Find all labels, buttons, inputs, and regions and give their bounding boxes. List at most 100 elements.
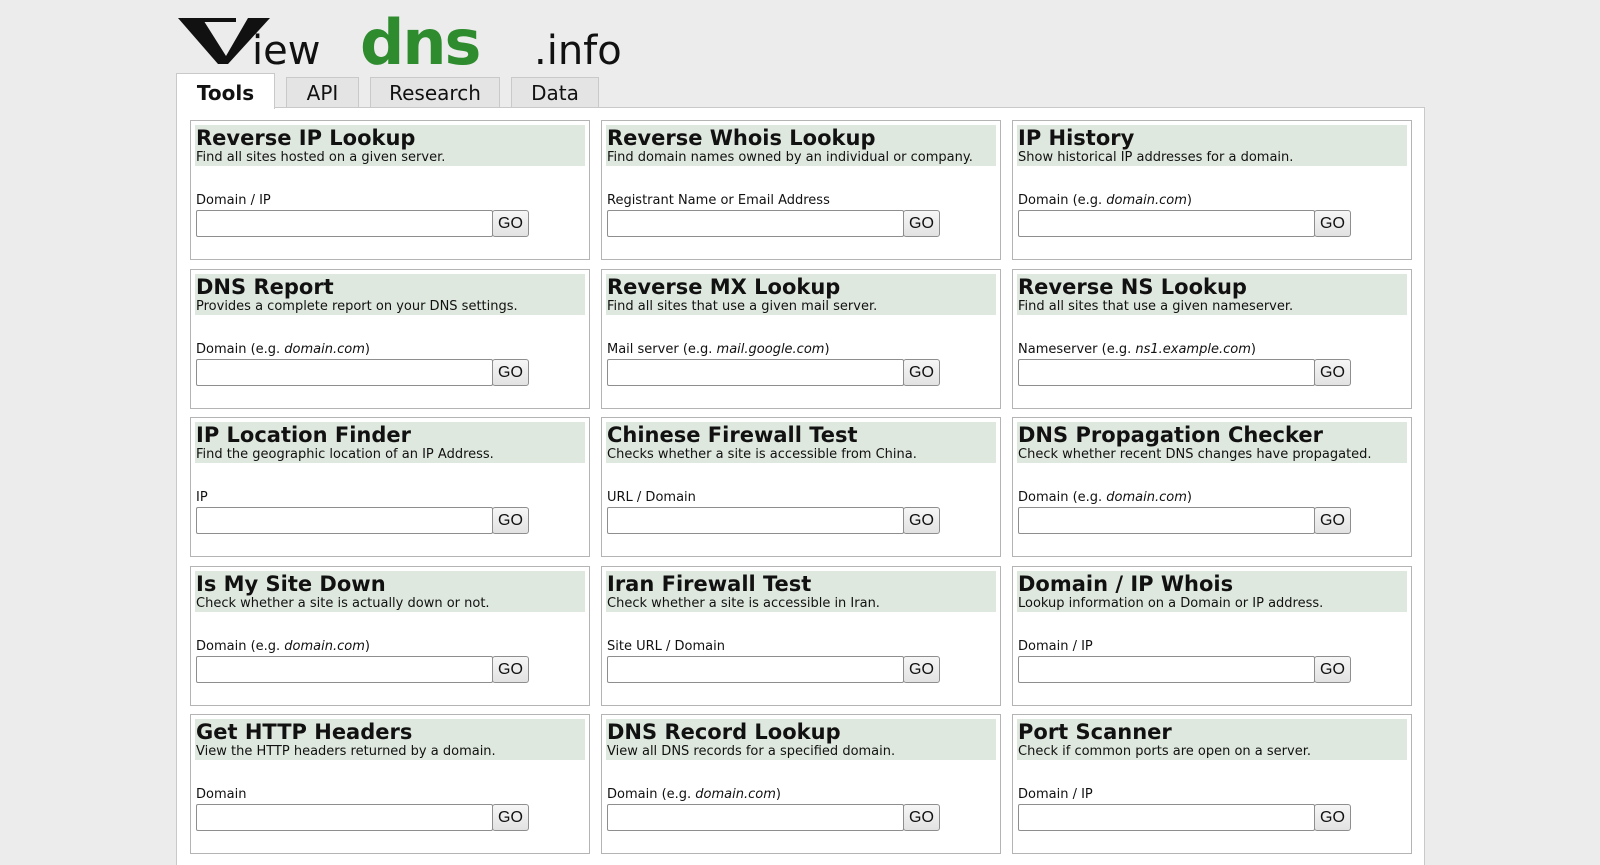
field-label-text: Registrant Name or Email Address (607, 193, 830, 208)
is-my-site-down-input[interactable] (196, 656, 493, 683)
ip-location-finder-input[interactable] (196, 507, 493, 534)
tool-card-reverse-whois-lookup: Reverse Whois Lookup Find domain names ow… (601, 120, 1001, 260)
dns-record-lookup-go-button[interactable]: GO (903, 804, 940, 831)
tool-card-header: DNS Propagation Checker Check whether rec… (1017, 422, 1407, 463)
tool-field-label: Domain (e.g. domain.com) (607, 787, 781, 803)
field-label-suffix: ) (1186, 490, 1192, 505)
domain-ip-whois-input[interactable] (1018, 656, 1315, 683)
tool-field-label: Site URL / Domain (607, 639, 725, 655)
tool-field-label: IP (196, 490, 208, 506)
tab-tools[interactable]: Tools (176, 73, 275, 109)
tool-title[interactable]: Get HTTP Headers (196, 719, 412, 745)
field-label-example: ns1.example.com (1135, 342, 1251, 357)
tool-title[interactable]: Port Scanner (1018, 719, 1172, 745)
tool-description: Provides a complete report on your DNS s… (196, 299, 518, 314)
tool-title[interactable]: Reverse IP Lookup (196, 125, 415, 151)
tool-description: Check if common ports are open on a serv… (1018, 744, 1311, 759)
tool-card-is-my-site-down: Is My Site Down Check whether a site is a… (190, 566, 590, 706)
tool-card-header: IP History Show historical IP addresses f… (1017, 125, 1407, 166)
tool-card-domain-ip-whois: Domain / IP Whois Lookup information on a… (1012, 566, 1412, 706)
get-http-headers-go-button[interactable]: GO (492, 804, 529, 831)
site-logo[interactable]: iew dns .info (178, 8, 678, 72)
tool-field-label: Domain / IP (1018, 639, 1093, 655)
field-label-text: Nameserver (e.g. (1018, 342, 1136, 357)
tab-api[interactable]: API (286, 77, 359, 107)
reverse-ip-lookup-go-button[interactable]: GO (492, 210, 529, 237)
tool-title[interactable]: Reverse NS Lookup (1018, 274, 1247, 300)
reverse-ns-lookup-input[interactable] (1018, 359, 1315, 386)
tool-card-header: Port Scanner Check if common ports are op… (1017, 719, 1407, 760)
chinese-firewall-test-go-button[interactable]: GO (903, 507, 940, 534)
tool-field-label: Mail server (e.g. mail.google.com) (607, 342, 830, 358)
ip-location-finder-go-button[interactable]: GO (492, 507, 529, 534)
tool-card-ip-history: IP History Show historical IP addresses f… (1012, 120, 1412, 260)
field-label-text: URL / Domain (607, 490, 696, 505)
tool-card-header: Domain / IP Whois Lookup information on a… (1017, 571, 1407, 612)
field-label-text: Mail server (e.g. (607, 342, 717, 357)
reverse-whois-lookup-input[interactable] (607, 210, 904, 237)
tool-card-header: DNS Report Provides a complete report on … (195, 274, 585, 315)
reverse-mx-lookup-input[interactable] (607, 359, 904, 386)
tool-title[interactable]: Is My Site Down (196, 571, 386, 597)
dns-propagation-checker-go-button[interactable]: GO (1314, 507, 1351, 534)
tool-card-reverse-ns-lookup: Reverse NS Lookup Find all sites that use… (1012, 269, 1412, 409)
domain-ip-whois-go-button[interactable]: GO (1314, 656, 1351, 683)
get-http-headers-input[interactable] (196, 804, 493, 831)
reverse-mx-lookup-go-button[interactable]: GO (903, 359, 940, 386)
dns-record-lookup-input[interactable] (607, 804, 904, 831)
reverse-ip-lookup-input[interactable] (196, 210, 493, 237)
tool-title[interactable]: DNS Propagation Checker (1018, 422, 1323, 448)
tool-description: Check whether a site is actually down or… (196, 596, 490, 611)
dns-propagation-checker-input[interactable] (1018, 507, 1315, 534)
ip-history-input[interactable] (1018, 210, 1315, 237)
tool-title[interactable]: Reverse MX Lookup (607, 274, 840, 300)
field-label-text: Domain / IP (1018, 787, 1093, 802)
tab-research[interactable]: Research (370, 77, 500, 107)
field-label-text: Site URL / Domain (607, 639, 725, 654)
tool-title[interactable]: DNS Record Lookup (607, 719, 841, 745)
tool-title[interactable]: DNS Report (196, 274, 334, 300)
tool-description: View all DNS records for a specified dom… (607, 744, 896, 759)
tool-title[interactable]: Reverse Whois Lookup (607, 125, 876, 151)
tool-card-dns-report: DNS Report Provides a complete report on … (190, 269, 590, 409)
tool-title[interactable]: IP History (1018, 125, 1134, 151)
is-my-site-down-go-button[interactable]: GO (492, 656, 529, 683)
tab-data[interactable]: Data (511, 77, 599, 107)
field-label-text: Domain (e.g. (1018, 490, 1107, 505)
tool-card-chinese-firewall-test: Chinese Firewall Test Checks whether a si… (601, 417, 1001, 557)
tool-title[interactable]: Domain / IP Whois (1018, 571, 1233, 597)
chinese-firewall-test-input[interactable] (607, 507, 904, 534)
tool-title[interactable]: Chinese Firewall Test (607, 422, 858, 448)
dns-report-go-button[interactable]: GO (492, 359, 529, 386)
field-label-example: domain.com (284, 342, 365, 357)
tool-description: View the HTTP headers returned by a doma… (196, 744, 496, 759)
tool-field-label: Registrant Name or Email Address (607, 193, 830, 209)
tool-description: Check whether a site is accessible in Ir… (607, 596, 880, 611)
port-scanner-go-button[interactable]: GO (1314, 804, 1351, 831)
field-label-example: domain.com (1106, 490, 1187, 505)
tool-card-dns-record-lookup: DNS Record Lookup View all DNS records fo… (601, 714, 1001, 854)
field-label-text: Domain (e.g. (607, 787, 696, 802)
field-label-text: Domain (e.g. (196, 342, 285, 357)
port-scanner-input[interactable] (1018, 804, 1315, 831)
reverse-whois-lookup-go-button[interactable]: GO (903, 210, 940, 237)
tool-title[interactable]: IP Location Finder (196, 422, 411, 448)
tool-card-header: Reverse MX Lookup Find all sites that use… (606, 274, 996, 315)
page: iew dns .info Tools API Research Data Re… (0, 0, 1600, 865)
field-label-text: Domain (e.g. (1018, 193, 1107, 208)
tool-card-header: Reverse IP Lookup Find all sites hosted o… (195, 125, 585, 166)
tool-title[interactable]: Iran Firewall Test (607, 571, 811, 597)
tool-field-label: Domain / IP (196, 193, 271, 209)
tool-card-header: Chinese Firewall Test Checks whether a si… (606, 422, 996, 463)
ip-history-go-button[interactable]: GO (1314, 210, 1351, 237)
field-label-suffix: ) (1250, 342, 1256, 357)
reverse-ns-lookup-go-button[interactable]: GO (1314, 359, 1351, 386)
field-label-suffix: ) (1186, 193, 1192, 208)
tool-card-dns-propagation-checker: DNS Propagation Checker Check whether rec… (1012, 417, 1412, 557)
dns-report-input[interactable] (196, 359, 493, 386)
tool-description: Lookup information on a Domain or IP add… (1018, 596, 1324, 611)
tool-card-header: Get HTTP Headers View the HTTP headers re… (195, 719, 585, 760)
iran-firewall-test-go-button[interactable]: GO (903, 656, 940, 683)
iran-firewall-test-input[interactable] (607, 656, 904, 683)
field-label-example: domain.com (695, 787, 776, 802)
